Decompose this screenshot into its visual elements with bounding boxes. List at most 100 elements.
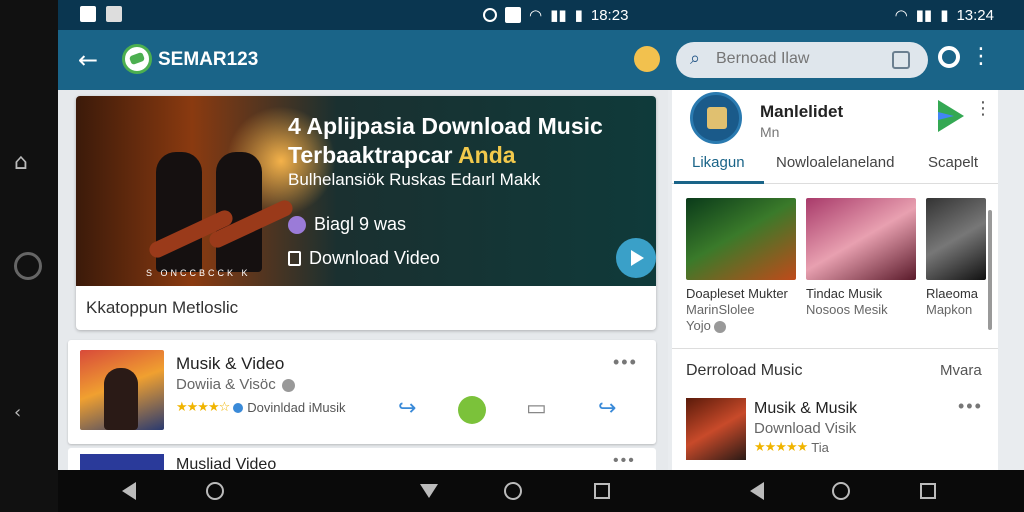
list-item-rating: ★★★★★ Tia	[754, 440, 829, 455]
search-action-icon[interactable]	[938, 46, 960, 68]
search-icon: ⌕	[690, 48, 701, 69]
star-icon: ★★★★☆	[176, 400, 230, 415]
section-title: Derroload Music	[686, 362, 803, 379]
list-item-rating: ★★★★☆ Dovinldad iMusik	[176, 400, 346, 415]
notification-icon-2	[106, 6, 122, 22]
app-logo	[122, 44, 152, 74]
music-tile[interactable]: Rlaeoma Mapkon	[926, 198, 986, 342]
battery-icon-2: ▮	[940, 6, 949, 24]
nav-back-icon[interactable]	[750, 482, 764, 500]
share-icon[interactable]: ↪	[398, 396, 416, 421]
list-item-subtitle: Dowiia & Visöc	[176, 376, 295, 393]
wifi-icon: ◠	[529, 6, 543, 24]
tab-indicator	[674, 181, 764, 184]
nav-back-icon[interactable]	[122, 482, 136, 500]
app-icon	[505, 7, 521, 23]
hero-caption: Kkatoppun Metloslic	[86, 298, 239, 317]
hero-title-line1: 4 Aplijpasia Download Music	[288, 113, 603, 139]
tab-scapelt[interactable]: Scapelt	[928, 154, 978, 171]
singer-figure	[104, 368, 138, 430]
nav-home-icon[interactable]	[832, 482, 850, 500]
whatsapp-icon[interactable]	[458, 396, 486, 424]
tile-meta: Yojo	[686, 318, 796, 334]
back-arrow-icon[interactable]: ←	[78, 46, 98, 74]
back-side-icon: ‹	[14, 402, 22, 423]
list-item[interactable]: Musik & Video Dowiia & Visöc ★★★★☆ Dovin…	[68, 340, 656, 444]
hero-meta: Biagl 9 was	[288, 214, 406, 235]
scan-icon[interactable]	[892, 51, 910, 69]
wifi-icon-2: ◠	[894, 6, 908, 24]
google-play-icon[interactable]	[938, 100, 964, 132]
hero-title-prefix: Terbaaktrapcar	[288, 142, 459, 168]
tile-title: Doapleset Mukter	[686, 286, 788, 301]
tab-likagun[interactable]: Likagun	[692, 154, 745, 171]
tab-download[interactable]: Nowloalelaneland	[776, 154, 894, 171]
notification-icon	[80, 6, 96, 22]
list-item-rating-label: Tia	[811, 440, 829, 455]
status-bar: ◠ ▮▮ ▮ 18:23 ◠ ▮▮ ▮ 13:24	[58, 0, 1024, 30]
scrollbar[interactable]	[988, 210, 992, 330]
status-time-right: 13:24	[956, 6, 994, 24]
more-vert-icon[interactable]: ⋮	[974, 98, 992, 119]
music-tile[interactable]: Tindac Musik Nosoos Mesik	[806, 198, 916, 342]
hero-card[interactable]: S ONCCBCCK K 4 Aplijpasia Download Music…	[76, 96, 656, 330]
tile-image	[926, 198, 986, 280]
hero-meta-text: Biagl 9 was	[314, 214, 407, 234]
more-icon[interactable]: •••	[958, 396, 983, 417]
tile-meta-text: Yojo	[686, 318, 711, 333]
bookmark-icon	[288, 251, 301, 266]
list-item[interactable]: Musik & Musik Download Visik ★★★★★ Tia •…	[686, 396, 986, 466]
tile-image	[806, 198, 916, 280]
tile-subtitle: Nosoos Mesik	[806, 302, 888, 317]
hero-title-accent: Anda	[458, 142, 516, 168]
signal-icon: ▮▮	[550, 6, 567, 24]
right-panel: Manlelidet Mn ⋮ Likagun Nowloalelaneland…	[672, 90, 998, 470]
verified-icon	[714, 320, 727, 333]
tile-image	[686, 198, 796, 280]
status-time-left: 18:23	[590, 6, 629, 24]
divider	[672, 348, 998, 349]
band-label: S ONCCBCCK K	[146, 268, 251, 278]
music-tile[interactable]: Doapleset Mukter MarinSlolee Yojo	[686, 198, 796, 342]
nav-home-icon[interactable]	[206, 482, 224, 500]
nav-down-icon[interactable]	[420, 484, 438, 498]
camera-icon	[14, 252, 42, 280]
star-icon: ★★★★★	[754, 440, 808, 455]
sync-icon	[483, 8, 497, 22]
nav-recent-icon[interactable]	[594, 483, 610, 499]
app-screen: ◠ ▮▮ ▮ 18:23 ◠ ▮▮ ▮ 13:24 ← SEMAR123 ⌕ ⋮	[58, 0, 1024, 470]
signal-icon-2: ▮▮	[915, 6, 933, 24]
search-bar[interactable]: ⌕	[676, 42, 928, 78]
hero-subtitle: Bulhelansiök Ruskas Edaırl Makk	[288, 170, 541, 189]
more-vert-icon[interactable]: ⋮	[970, 44, 992, 69]
nav-home-icon[interactable]	[504, 482, 522, 500]
app-bar: ← SEMAR123 ⌕ ⋮	[58, 30, 1024, 90]
badge-icon	[288, 215, 306, 234]
nav-recent-icon[interactable]	[920, 483, 936, 499]
download-video-label: Download Video	[309, 248, 440, 268]
tile-subtitle: Mapkon	[926, 302, 973, 317]
list-thumbnail	[80, 350, 164, 430]
download-video-link[interactable]: Download Video	[288, 248, 440, 269]
verified-icon	[281, 378, 295, 392]
battery-icon: ▮	[574, 6, 583, 24]
tile-row: Doapleset Mukter MarinSlolee Yojo Tindac…	[672, 186, 998, 342]
section-more-link[interactable]: Mvara	[940, 362, 982, 379]
play-icon[interactable]	[616, 238, 656, 278]
list-item-title: Musliad Video	[176, 456, 277, 470]
hero-title: 4 Aplijpasia Download Music Terbaaktrapc…	[288, 112, 648, 170]
more-icon[interactable]: •••	[613, 452, 636, 470]
list-item[interactable]: Musliad Video •••	[68, 448, 656, 470]
app-title: SEMAR123	[158, 49, 259, 70]
info-icon	[233, 402, 244, 413]
search-input[interactable]	[716, 50, 886, 68]
more-icon[interactable]: •••	[613, 352, 638, 373]
profile-sticker-icon[interactable]	[634, 46, 660, 72]
tile-title: Tindac Musik	[806, 286, 883, 301]
list-item-rating-label: Dovinldad iMusik	[247, 400, 346, 415]
avatar[interactable]	[690, 92, 742, 144]
forward-icon[interactable]: ↪	[598, 396, 616, 421]
device-bezel: ⌂ ‹	[0, 0, 58, 512]
panel-tabs: Likagun Nowloalelaneland Scapelt	[672, 150, 998, 184]
comment-icon[interactable]: ▭	[526, 396, 547, 421]
